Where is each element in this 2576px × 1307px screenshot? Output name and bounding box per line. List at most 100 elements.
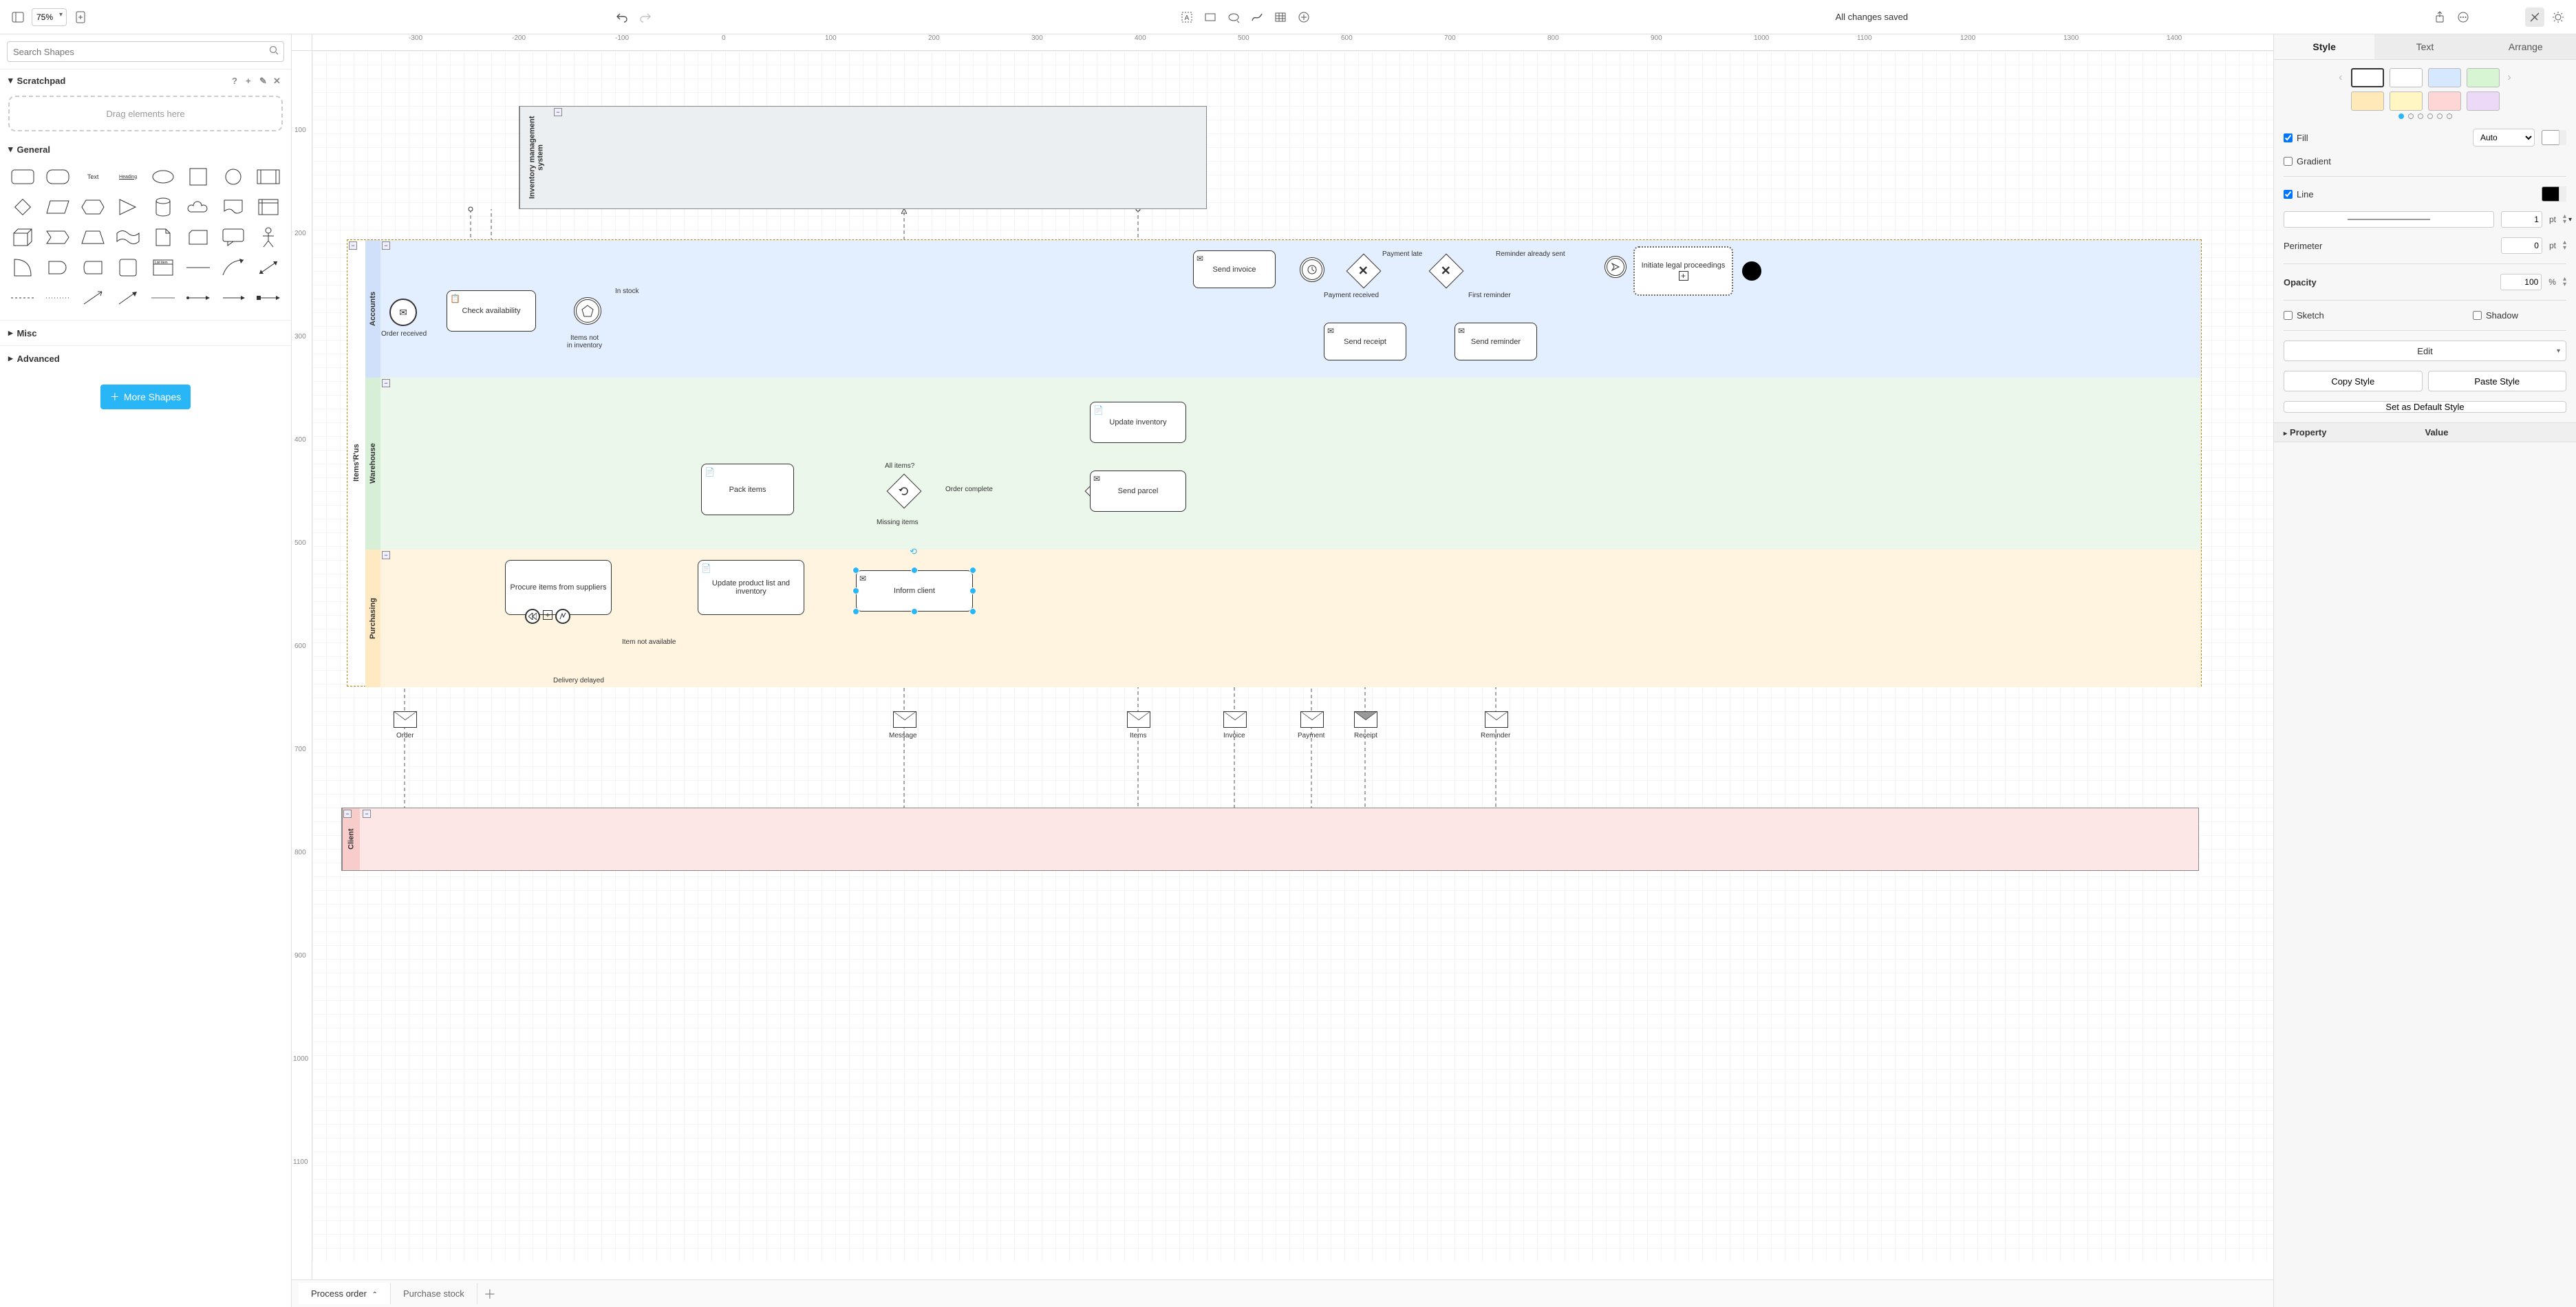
collapse-toggle[interactable]: − xyxy=(343,810,352,818)
shape-container[interactable] xyxy=(112,254,144,281)
collapse-toggle[interactable]: − xyxy=(382,551,390,559)
selection-handle[interactable] xyxy=(911,608,918,615)
tab-style[interactable]: Style xyxy=(2274,34,2374,59)
task-update-inventory[interactable]: 📄Update inventory xyxy=(1090,402,1186,443)
line-style-select[interactable]: ▾ xyxy=(2284,211,2494,228)
shape-connector-2[interactable] xyxy=(217,284,249,312)
perimeter-input[interactable] xyxy=(2501,237,2542,254)
add-tab-button[interactable]: ＋ xyxy=(477,1282,502,1306)
share-button[interactable] xyxy=(2430,8,2449,27)
shape-internal-storage[interactable] xyxy=(252,193,284,221)
shape-rounded-rect[interactable] xyxy=(7,163,39,191)
shape-card[interactable] xyxy=(182,224,214,251)
swatch-page-dot[interactable] xyxy=(2398,114,2404,119)
shape-diamond[interactable] xyxy=(7,193,39,221)
tab-text[interactable]: Text xyxy=(2374,34,2475,59)
task-check-availability[interactable]: 📋Check availability xyxy=(447,290,536,332)
selection-handle[interactable] xyxy=(969,567,976,574)
shadow-checkbox[interactable]: Shadow xyxy=(2473,310,2518,321)
shape-connector-1[interactable] xyxy=(182,284,214,312)
toggle-panels-button[interactable] xyxy=(8,8,28,27)
collapse-toggle[interactable]: − xyxy=(382,379,390,387)
redo-button[interactable] xyxy=(636,8,655,27)
shape-bidir-arrow[interactable] xyxy=(252,254,284,281)
insert-rect-button[interactable] xyxy=(1201,8,1220,27)
insert-text-button[interactable]: A xyxy=(1177,8,1196,27)
shape-circle[interactable] xyxy=(217,163,249,191)
shape-dotted-line[interactable] xyxy=(42,284,74,312)
shape-actor[interactable] xyxy=(252,224,284,251)
close-icon[interactable]: ✕ xyxy=(273,76,283,85)
task-pack-items[interactable]: 📄Pack items xyxy=(701,464,794,515)
stepper-icon[interactable]: ▴▾ xyxy=(2563,277,2566,288)
set-default-style-button[interactable]: Set as Default Style xyxy=(2284,401,2566,413)
advanced-header[interactable]: ▸Advanced xyxy=(0,345,291,371)
task-send-reminder[interactable]: ✉Send reminder xyxy=(1455,323,1537,360)
stepper-icon[interactable]: ▴▾ xyxy=(2563,240,2566,251)
pool-items-rus[interactable]: − − Items'R'us Accounts − Warehouse − Pu… xyxy=(347,239,2202,687)
scratchpad-header[interactable]: ▾ Scratchpad ? + ✎ ✕ xyxy=(0,69,291,91)
fill-color-chip[interactable] xyxy=(2542,130,2566,145)
appearance-button[interactable] xyxy=(2548,8,2568,27)
shape-trapezoid[interactable] xyxy=(77,224,109,251)
swatch-page-dot[interactable] xyxy=(2447,114,2452,119)
style-swatch[interactable] xyxy=(2351,91,2384,111)
shape-triangle[interactable] xyxy=(112,193,144,221)
shape-line-thin[interactable] xyxy=(147,284,180,312)
shape-arrow-open[interactable] xyxy=(77,284,109,312)
help-icon[interactable]: ? xyxy=(232,76,242,85)
insert-freehand-button[interactable] xyxy=(1247,8,1267,27)
swatch-prev[interactable]: ‹ xyxy=(2336,72,2345,84)
more-shapes-button[interactable]: ＋More Shapes xyxy=(100,385,191,409)
rotate-handle[interactable]: ⟲ xyxy=(910,546,919,556)
shape-curve[interactable] xyxy=(217,254,249,281)
opacity-input[interactable] xyxy=(2500,274,2542,290)
canvas-viewport[interactable]: Inventory management system − − − Items'… xyxy=(312,51,2273,1279)
shape-hline[interactable] xyxy=(182,254,214,281)
add-page-button[interactable] xyxy=(71,8,90,27)
theme-toggle-button[interactable] xyxy=(2525,8,2544,27)
shape-heading[interactable]: Heading xyxy=(112,163,144,191)
add-icon[interactable]: + xyxy=(246,76,255,85)
shape-step[interactable] xyxy=(42,224,74,251)
task-update-product-list[interactable]: 📄Update product list and inventory xyxy=(698,560,804,615)
shape-process[interactable] xyxy=(252,163,284,191)
task-send-invoice[interactable]: ✉Send invoice xyxy=(1193,250,1276,288)
edit-icon[interactable]: ✎ xyxy=(259,76,269,85)
shape-document[interactable] xyxy=(217,193,249,221)
undo-button[interactable] xyxy=(612,8,632,27)
intermediate-link-event[interactable] xyxy=(1604,256,1627,278)
paste-style-button[interactable]: Paste Style xyxy=(2428,371,2567,391)
style-swatch[interactable] xyxy=(2428,68,2461,87)
swatch-page-dot[interactable] xyxy=(2408,114,2414,119)
collapse-toggle[interactable]: − xyxy=(554,108,562,116)
shape-cube[interactable] xyxy=(7,224,39,251)
shape-parallelogram[interactable] xyxy=(42,193,74,221)
scratchpad-dropzone[interactable]: Drag elements here xyxy=(8,96,283,131)
shape-note[interactable] xyxy=(147,224,180,251)
tab-arrange[interactable]: Arrange xyxy=(2476,34,2576,59)
line-width-input[interactable] xyxy=(2501,211,2542,228)
tab-process-order[interactable]: Process order ⌃ xyxy=(299,1283,391,1304)
selection-handle[interactable] xyxy=(969,608,976,615)
line-color-chip[interactable] xyxy=(2542,186,2566,202)
copy-style-button[interactable]: Copy Style xyxy=(2284,371,2423,391)
shape-cylinder[interactable] xyxy=(147,193,180,221)
shape-tape[interactable] xyxy=(112,224,144,251)
shape-or[interactable] xyxy=(7,254,39,281)
shape-rounded-rect-2[interactable] xyxy=(42,163,74,191)
zoom-select[interactable]: 75% xyxy=(32,8,67,26)
edit-style-dropdown[interactable]: Edit xyxy=(2284,341,2566,361)
more-menu-button[interactable] xyxy=(2454,8,2473,27)
end-event[interactable] xyxy=(1742,261,1761,281)
gradient-checkbox[interactable]: Gradient xyxy=(2284,156,2331,166)
tab-purchase-stock[interactable]: Purchase stock xyxy=(391,1283,477,1304)
selection-handle[interactable] xyxy=(852,567,859,574)
style-swatch[interactable] xyxy=(2428,91,2461,111)
task-inform-client[interactable]: ✉Inform client xyxy=(856,570,973,612)
fill-mode-select[interactable]: Auto xyxy=(2473,129,2535,147)
task-send-receipt[interactable]: ✉Send receipt xyxy=(1324,323,1406,360)
task-send-parcel[interactable]: ✉Send parcel xyxy=(1090,471,1186,512)
misc-header[interactable]: ▸Misc xyxy=(0,320,291,345)
insert-ellipse-button[interactable] xyxy=(1224,8,1243,27)
